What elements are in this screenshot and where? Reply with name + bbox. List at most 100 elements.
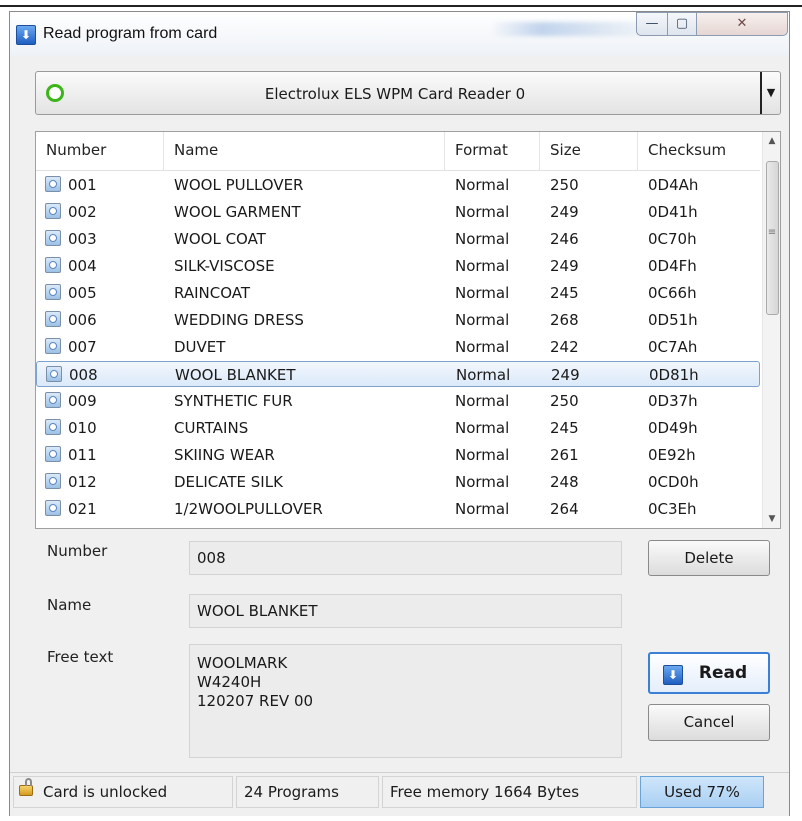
read-card-icon: ⬇	[663, 665, 683, 685]
column-header-size[interactable]: Size	[550, 141, 581, 159]
table-row[interactable]: 008 WOOL BLANKET Normal 249 0D81h	[36, 361, 760, 387]
cell-size: 249	[551, 366, 580, 384]
cell-size: 249	[550, 203, 579, 221]
cell-number: 005	[68, 284, 97, 302]
cell-size: 246	[550, 230, 579, 248]
table-row[interactable]: 009 SYNTHETIC FUR Normal 250 0D37h	[36, 388, 760, 414]
program-file-icon	[45, 176, 61, 192]
cell-checksum: 0CD0h	[648, 473, 699, 491]
cell-checksum: 0E92h	[648, 446, 696, 464]
cell-checksum: 0D49h	[648, 419, 698, 437]
maximize-button[interactable]: ▢	[667, 12, 697, 36]
table-row[interactable]: 012 DELICATE SILK Normal 248 0CD0h	[36, 469, 760, 495]
column-header-number[interactable]: Number	[46, 141, 106, 159]
blurred-title-overlay	[490, 22, 660, 36]
table-row[interactable]: 006 WEDDING DRESS Normal 268 0D51h	[36, 307, 760, 333]
program-file-icon	[45, 257, 61, 273]
table-row[interactable]: 007 DUVET Normal 242 0C7Ah	[36, 334, 760, 360]
cell-size: 245	[550, 284, 579, 302]
cell-number: 012	[68, 473, 97, 491]
cell-number: 003	[68, 230, 97, 248]
scroll-thumb[interactable]	[766, 161, 779, 315]
cell-format: Normal	[455, 392, 510, 410]
scroll-up-icon[interactable]: ▲	[763, 132, 780, 150]
program-file-icon	[45, 338, 61, 354]
cell-checksum: 0D37h	[648, 392, 698, 410]
table-row[interactable]: 001 WOOL PULLOVER Normal 250 0D4Ah	[36, 172, 760, 198]
table-row[interactable]: 004 SILK-VISCOSE Normal 249 0D4Fh	[36, 253, 760, 279]
cell-format: Normal	[455, 500, 510, 518]
table-row[interactable]: 005 RAINCOAT Normal 245 0C66h	[36, 280, 760, 306]
program-file-icon	[45, 500, 61, 516]
delete-button[interactable]: Delete	[648, 540, 770, 576]
program-file-icon	[45, 284, 61, 300]
free-text-area[interactable]: WOOLMARK W4240H 120207 REV 00	[189, 644, 622, 758]
read-card-icon: ⬇	[16, 25, 36, 45]
cell-checksum: 0D81h	[649, 366, 699, 384]
column-separator	[163, 132, 164, 170]
window-title: Read program from card	[43, 25, 218, 42]
table-row[interactable]: 003 WOOL COAT Normal 246 0C70h	[36, 226, 760, 252]
cell-checksum: 0D4Ah	[648, 176, 699, 194]
table-row[interactable]: 002 WOOL GARMENT Normal 249 0D41h	[36, 199, 760, 225]
card-reader-select[interactable]: Electrolux ELS WPM Card Reader 0 ▼	[35, 71, 781, 115]
list-header: Number Name Format Size Checksum	[36, 132, 760, 171]
name-field[interactable]: WOOL BLANKET	[189, 594, 622, 628]
vertical-scrollbar[interactable]: ▲ ≡ ▼	[762, 132, 780, 528]
cell-size: 261	[550, 446, 579, 464]
close-button[interactable]: ✕	[696, 12, 788, 36]
cell-name: WOOL COAT	[174, 230, 266, 248]
cell-checksum: 0C3Eh	[648, 500, 697, 518]
program-file-icon	[45, 203, 61, 219]
program-list[interactable]: Number Name Format Size Checksum 001 WOOL…	[35, 131, 781, 529]
used-memory-panel: Used 77%	[640, 776, 764, 808]
lock-status-panel: Card is unlocked	[13, 776, 233, 808]
cell-name: CURTAINS	[174, 419, 249, 437]
read-button[interactable]: ⬇ Read	[648, 652, 770, 694]
cell-number: 002	[68, 203, 97, 221]
program-file-icon	[45, 419, 61, 435]
cell-name: WEDDING DRESS	[174, 311, 304, 329]
name-label: Name	[47, 596, 92, 614]
cancel-button[interactable]: Cancel	[648, 704, 770, 741]
cell-format: Normal	[455, 338, 510, 356]
program-file-icon	[45, 473, 61, 489]
status-bar: Card is unlocked 24 Programs Free memory…	[10, 772, 789, 816]
free-memory-panel: Free memory 1664 Bytes	[382, 776, 637, 808]
cell-size: 264	[550, 500, 579, 518]
cell-size: 250	[550, 176, 579, 194]
cell-checksum: 0C7Ah	[648, 338, 698, 356]
program-count-panel: 24 Programs	[236, 776, 379, 808]
table-row[interactable]: 021 1/2WOOLPULLOVER Normal 264 0C3Eh	[36, 496, 760, 522]
chevron-down-icon[interactable]: ▼	[760, 72, 780, 114]
cell-size: 268	[550, 311, 579, 329]
cell-checksum: 0C70h	[648, 230, 697, 248]
program-file-icon	[45, 392, 61, 408]
number-label: Number	[47, 542, 108, 560]
cell-name: SKIING WEAR	[174, 446, 275, 464]
column-separator	[637, 132, 638, 170]
minimize-button[interactable]: —	[636, 12, 668, 36]
cell-name: SILK-VISCOSE	[174, 257, 275, 275]
card-reader-label: Electrolux ELS WPM Card Reader 0	[264, 85, 526, 103]
cell-format: Normal	[455, 473, 510, 491]
scroll-grip-icon: ≡	[767, 227, 777, 238]
cell-name: DELICATE SILK	[174, 473, 283, 491]
cell-size: 249	[550, 257, 579, 275]
table-row[interactable]: 011 SKIING WEAR Normal 261 0E92h	[36, 442, 760, 468]
column-header-checksum[interactable]: Checksum	[648, 141, 726, 159]
scroll-down-icon[interactable]: ▼	[763, 510, 780, 528]
column-header-format[interactable]: Format	[455, 141, 508, 159]
column-separator	[444, 132, 445, 170]
column-header-name[interactable]: Name	[174, 141, 218, 159]
cell-format: Normal	[455, 203, 510, 221]
table-row[interactable]: 010 CURTAINS Normal 245 0D49h	[36, 415, 760, 441]
cell-format: Normal	[456, 366, 511, 384]
cell-format: Normal	[455, 419, 510, 437]
read-program-dialog: ⬇ Read program from card — ▢ ✕ Electrolu…	[9, 11, 790, 816]
number-field[interactable]: 008	[189, 541, 622, 575]
top-divider-line	[0, 5, 802, 7]
cell-format: Normal	[455, 257, 510, 275]
program-file-icon	[45, 446, 61, 462]
window-controls: — ▢ ✕	[636, 12, 790, 38]
